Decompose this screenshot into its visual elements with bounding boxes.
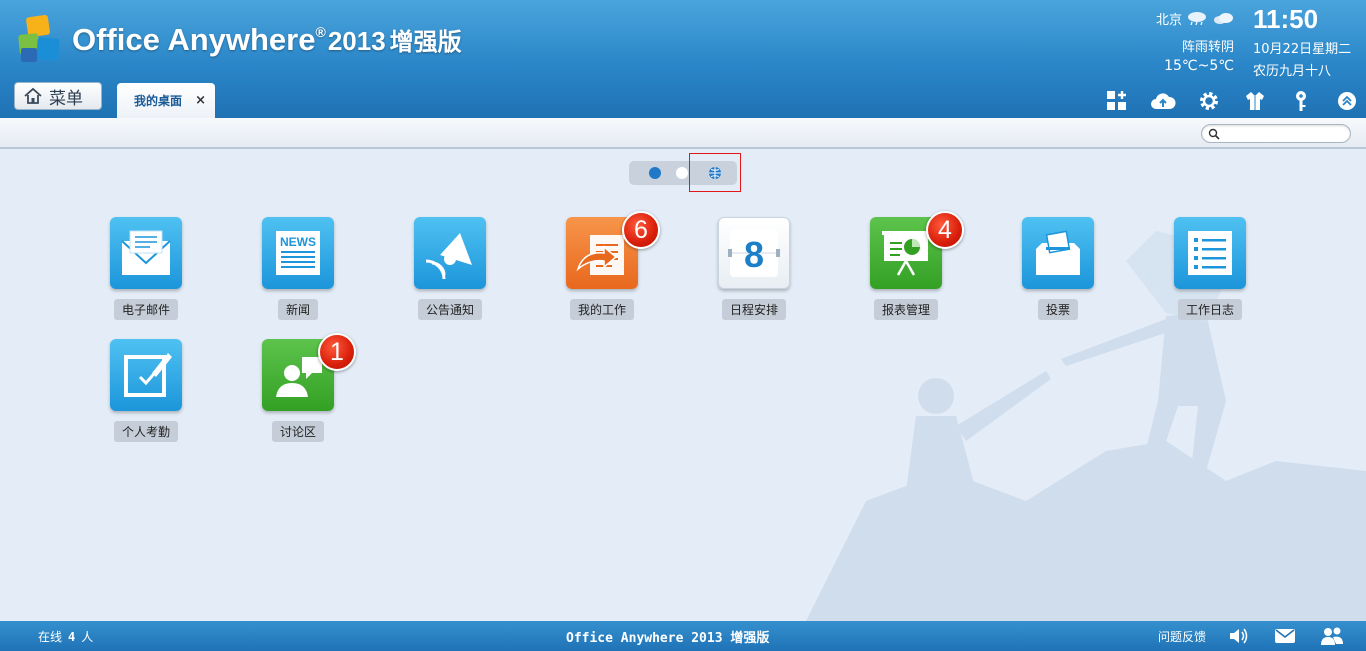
app-brand-title: Office Anywhere®2013 增强版	[72, 22, 462, 58]
ballot-box-icon	[1022, 217, 1094, 289]
app-vote[interactable]: 投票	[1008, 217, 1108, 320]
tab-my-desktop[interactable]: 我的桌面 ×	[117, 83, 215, 118]
app-label: 工作日志	[1177, 299, 1242, 320]
clock-date: 10月22日星期二	[1253, 42, 1352, 57]
app-reports[interactable]: 4 报表管理	[856, 211, 964, 320]
weather-condition: 阵雨转阴	[1181, 40, 1234, 55]
news-icon: NEWS	[262, 217, 334, 289]
app-attendance[interactable]: 个人考勤	[96, 339, 196, 442]
app-label: 我的工作	[569, 299, 634, 320]
attendance-edit-icon	[110, 339, 182, 411]
list-log-icon	[1174, 217, 1246, 289]
home-icon	[24, 87, 42, 104]
theme-shirt-icon[interactable]	[1241, 88, 1269, 114]
app-label: 新闻	[277, 299, 318, 320]
collapse-up-icon[interactable]	[1333, 88, 1361, 114]
svg-text:NEWS: NEWS	[280, 235, 316, 249]
brand-name: Office Anywhere	[72, 22, 316, 57]
desktop-pager	[629, 153, 741, 192]
desktop-area: 电子邮件 NEWS 新闻 公告通知 6 我的工作 8 日程安排 4 报表管理 投…	[0, 149, 1366, 621]
app-announcement[interactable]: 公告通知	[400, 217, 500, 320]
clock-widget: 11:50 10月22日星期二 农历九月十八	[1253, 4, 1363, 79]
discussion-icon: 1	[262, 333, 356, 411]
app-label: 电子邮件	[113, 299, 178, 320]
app-label: 日程安排	[721, 299, 786, 320]
page-dot-2[interactable]	[676, 167, 688, 179]
key-icon[interactable]	[1287, 88, 1315, 114]
weather-temperature: 15℃~5℃	[1164, 58, 1234, 74]
mail-icon[interactable]	[1274, 627, 1296, 645]
app-label: 投票	[1037, 299, 1078, 320]
calendar-day-number: 8	[744, 234, 764, 275]
app-my-work[interactable]: 6 我的工作	[552, 211, 660, 320]
app-news[interactable]: NEWS 新闻	[248, 217, 348, 320]
weather-city: 北京	[1155, 12, 1182, 28]
online-users-indicator[interactable]: 在线 4 人	[38, 628, 93, 645]
menu-button[interactable]: 菜单	[14, 82, 102, 110]
search-icon	[1208, 128, 1220, 140]
report-presentation-icon: 4	[870, 211, 964, 289]
registered-mark: ®	[315, 24, 326, 40]
work-forward-icon: 6	[566, 211, 660, 289]
footer-title: Office Anywhere 2013 增强版	[566, 631, 770, 646]
clock-time: 11:50	[1253, 4, 1319, 34]
search-bar	[0, 118, 1366, 149]
users-icon[interactable]	[1320, 626, 1344, 646]
add-widget-icon[interactable]	[1103, 88, 1131, 114]
globe-icon[interactable]	[689, 153, 741, 192]
notification-badge: 1	[318, 333, 356, 371]
status-bar: 在线 4 人 Office Anywhere 2013 增强版 问题反馈	[0, 621, 1366, 651]
speaker-icon[interactable]	[1228, 626, 1250, 646]
office-anywhere-logo	[18, 14, 60, 62]
header-toolbar	[1103, 88, 1361, 114]
notification-badge: 4	[926, 211, 964, 249]
header-bar: Office Anywhere®2013 增强版 北京 阵雨转阴 15℃~5℃ 1…	[0, 0, 1366, 118]
cloud-upload-icon[interactable]	[1149, 88, 1177, 114]
search-input[interactable]	[1201, 124, 1351, 143]
brand-version: 2013	[327, 26, 386, 56]
tab-close-button[interactable]: ×	[195, 93, 206, 108]
online-count: 4	[68, 630, 76, 644]
feedback-link[interactable]: 问题反馈	[1158, 628, 1206, 645]
settings-gear-icon[interactable]	[1195, 88, 1223, 114]
notification-badge: 6	[622, 211, 660, 249]
app-label: 公告通知	[417, 299, 482, 320]
app-work-log[interactable]: 工作日志	[1160, 217, 1260, 320]
online-suffix: 人	[81, 630, 94, 644]
app-label: 个人考勤	[113, 421, 178, 442]
shower-icon	[1188, 12, 1206, 25]
page-dot-1[interactable]	[649, 167, 661, 179]
app-schedule[interactable]: 8 日程安排	[704, 217, 804, 320]
email-icon	[110, 217, 182, 289]
clock-lunar-date: 农历九月十八	[1253, 64, 1332, 79]
tab-my-desktop-label: 我的桌面	[134, 94, 183, 108]
app-discussion[interactable]: 1 讨论区	[248, 333, 356, 442]
menu-button-label: 菜单	[49, 88, 83, 109]
online-prefix: 在线	[38, 630, 63, 644]
app-email[interactable]: 电子邮件	[96, 217, 196, 320]
weather-widget[interactable]: 北京 阵雨转阴 15℃~5℃	[1114, 8, 1234, 76]
bell-icon	[414, 217, 486, 289]
app-label: 讨论区	[271, 421, 324, 442]
cloud-icon	[1214, 13, 1233, 24]
app-label: 报表管理	[873, 299, 938, 320]
brand-edition: 增强版	[389, 29, 462, 56]
calendar-icon: 8	[718, 217, 790, 289]
